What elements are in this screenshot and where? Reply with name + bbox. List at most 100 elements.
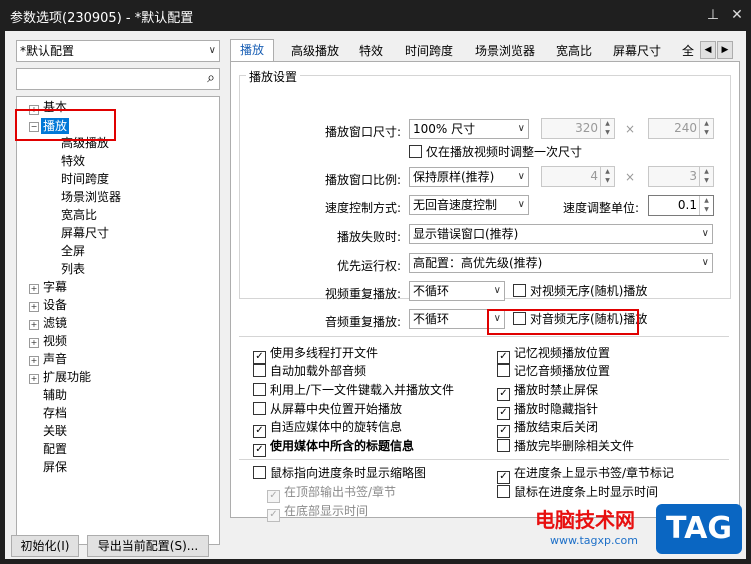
option-center-start[interactable]: 从屏幕中央位置开始播放: [253, 401, 402, 417]
checkmark-icon: ✓: [497, 425, 510, 438]
checkbox-icon: [497, 364, 510, 377]
checkbox-icon: [513, 284, 526, 297]
expand-icon[interactable]: +: [29, 356, 39, 366]
close-icon[interactable]: ✕: [727, 5, 747, 25]
window-size-label: 播放窗口尺寸:: [324, 125, 401, 139]
video-random-label: 对视频无序(随机)播放: [530, 284, 648, 298]
tab-time-span[interactable]: 时间跨度: [400, 41, 458, 61]
tree-item-device[interactable]: 设备: [43, 297, 67, 313]
spin-arrows-icon[interactable]: ▲ ▼: [699, 196, 713, 215]
init-button[interactable]: 初始化(I): [11, 535, 79, 557]
spin-arrows-icon[interactable]: ▲ ▼: [699, 167, 713, 186]
ratio-combo[interactable]: 保持原样(推荐) ∨: [409, 167, 529, 187]
tree-item-effects[interactable]: 特效: [61, 153, 85, 169]
option-prev-next-keys[interactable]: 利用上/下一文件键载入并播放文件: [253, 382, 454, 398]
tree-item-storage[interactable]: 存档: [43, 405, 67, 421]
option-no-screensaver[interactable]: ✓ 播放时禁止屏保: [497, 382, 598, 401]
expand-icon[interactable]: +: [29, 320, 39, 330]
tree-item-assoc[interactable]: 关联: [43, 423, 67, 439]
speed-combo[interactable]: 无回音速度控制 ∨: [409, 195, 529, 215]
annotation-box-remember: [487, 309, 639, 335]
tree-item-subtitle[interactable]: 字幕: [43, 279, 67, 295]
tab-screen-size[interactable]: 屏幕尺寸: [608, 41, 666, 61]
spin-arrows-icon[interactable]: ▲ ▼: [600, 167, 614, 186]
option-delete-files[interactable]: 播放完毕删除相关文件: [497, 438, 634, 454]
ratio-w-spin[interactable]: 4 ▲ ▼: [541, 166, 615, 187]
spin-arrows-icon[interactable]: ▲ ▼: [600, 119, 614, 138]
profile-combo[interactable]: *默认配置 ∨: [16, 40, 220, 62]
video-repeat-combo[interactable]: 不循环 ∨: [409, 281, 505, 301]
checkmark-icon: ✓: [253, 444, 266, 457]
option-label: 利用上/下一文件键载入并播放文件: [270, 383, 455, 397]
tree-item-audio[interactable]: 声音: [43, 351, 67, 367]
tab-fullscreen[interactable]: 全: [678, 41, 698, 61]
pin-icon[interactable]: ⊥: [703, 5, 723, 25]
option-hide-pointer[interactable]: ✓ 播放时隐藏指针: [497, 401, 598, 420]
only-adjust-once-checkbox[interactable]: 仅在播放视频时调整一次尺寸: [409, 144, 582, 160]
height-spin[interactable]: 240 ▲ ▼: [648, 118, 714, 139]
speed-unit-label: 速度调整单位:: [562, 201, 639, 215]
option-rotation[interactable]: ✓ 自适应媒体中的旋转信息: [253, 419, 402, 438]
tree-item-screensaver[interactable]: 屏保: [43, 459, 67, 475]
option-remember-audio-pos[interactable]: 记忆音频播放位置: [497, 363, 610, 379]
tab-advanced-play[interactable]: 高级播放: [286, 41, 344, 61]
video-repeat-label: 视频重复播放:: [324, 287, 401, 301]
window-size-value: 100% 尺寸: [413, 122, 476, 136]
option-show-thumbnail[interactable]: 鼠标指向进度条时显示缩略图: [253, 465, 426, 481]
option-external-audio[interactable]: 自动加载外部音频: [253, 363, 366, 379]
option-close-after[interactable]: ✓ 播放结束后关闭: [497, 419, 598, 438]
option-label: 使用媒体中所含的标题信息: [270, 439, 415, 453]
options-window: 参数选项(230905) - *默认配置 ⊥ ✕ *默认配置 ∨ ⌕ + 基本 …: [0, 0, 751, 564]
tab-scroll-right-icon[interactable]: ▶: [717, 41, 733, 59]
tree-item-fullscreen[interactable]: 全屏: [61, 243, 85, 259]
chevron-down-icon: ∨: [517, 171, 525, 182]
tab-play[interactable]: 播放: [230, 39, 274, 61]
settings-tree[interactable]: + 基本 − 播放 高级播放 特效 时间跨度 场景浏览器 宽高比 屏幕尺寸 全屏…: [16, 96, 220, 545]
option-seek-bookmark[interactable]: ✓ 在进度条上显示书签/章节标记: [497, 465, 674, 484]
tree-item-scene-browser[interactable]: 场景浏览器: [61, 189, 121, 205]
video-random-checkbox[interactable]: 对视频无序(随机)播放: [513, 283, 647, 299]
tab-strip: 播放 高级播放 特效 时间跨度 场景浏览器 宽高比 屏幕尺寸 全 ◀ ▶: [230, 39, 740, 61]
checkbox-icon: [253, 364, 266, 377]
fail-value: 显示错误窗口(推荐): [413, 227, 519, 241]
window-size-combo[interactable]: 100% 尺寸 ∨: [409, 119, 529, 139]
option-multithread[interactable]: ✓ 使用多线程打开文件: [253, 345, 378, 364]
tree-item-list[interactable]: 列表: [61, 261, 85, 277]
tree-item-assist[interactable]: 辅助: [43, 387, 67, 403]
expand-icon[interactable]: +: [29, 374, 39, 384]
tree-item-aspect[interactable]: 宽高比: [61, 207, 97, 223]
tab-aspect[interactable]: 宽高比: [552, 41, 596, 61]
fail-label: 播放失败时:: [336, 230, 401, 244]
tree-item-config[interactable]: 配置: [43, 441, 67, 457]
tab-scene-browser[interactable]: 场景浏览器: [470, 41, 540, 61]
fail-combo[interactable]: 显示错误窗口(推荐) ∨: [409, 224, 713, 244]
option-title-info[interactable]: ✓ 使用媒体中所含的标题信息: [253, 438, 414, 457]
chevron-down-icon: ∨: [517, 199, 525, 210]
annotation-box-play: [15, 109, 116, 141]
checkmark-icon: ✓: [497, 388, 510, 401]
spin-arrows-icon[interactable]: ▲ ▼: [699, 119, 713, 138]
speed-unit-spin[interactable]: 0.1 ▲ ▼: [648, 195, 714, 216]
tree-item-screen-size[interactable]: 屏幕尺寸: [61, 225, 109, 241]
tree-item-filter[interactable]: 滤镜: [43, 315, 67, 331]
export-config-button[interactable]: 导出当前配置(S)...: [87, 535, 209, 557]
tab-scroll-left-icon[interactable]: ◀: [700, 41, 716, 59]
expand-icon[interactable]: +: [29, 338, 39, 348]
chevron-down-icon: ∨: [701, 257, 709, 268]
ratio-w-value: 4: [590, 169, 598, 183]
tree-item-extend[interactable]: 扩展功能: [43, 369, 91, 385]
tab-effects[interactable]: 特效: [354, 41, 388, 61]
option-seek-time[interactable]: 鼠标在进度条上时显示时间: [497, 484, 658, 500]
tree-item-video[interactable]: 视频: [43, 333, 67, 349]
tree-item-time-span[interactable]: 时间跨度: [61, 171, 109, 187]
option-remember-video-pos[interactable]: ✓ 记忆视频播放位置: [497, 345, 610, 364]
checkbox-icon: [409, 145, 422, 158]
priority-combo[interactable]: 高配置：高优先级(推荐) ∨: [409, 253, 713, 273]
expand-icon[interactable]: +: [29, 284, 39, 294]
expand-icon[interactable]: +: [29, 302, 39, 312]
ratio-h-spin[interactable]: 3 ▲ ▼: [648, 166, 714, 187]
watermark-url: www.tagxp.com: [550, 534, 638, 547]
tree-search-input[interactable]: ⌕: [16, 68, 220, 90]
width-spin[interactable]: 320 ▲ ▼: [541, 118, 615, 139]
play-settings-page: 播放设置 播放窗口尺寸: 100% 尺寸 ∨ 320 ▲ ▼ × 240 ▲ ▼ 仅在播…: [230, 61, 740, 522]
